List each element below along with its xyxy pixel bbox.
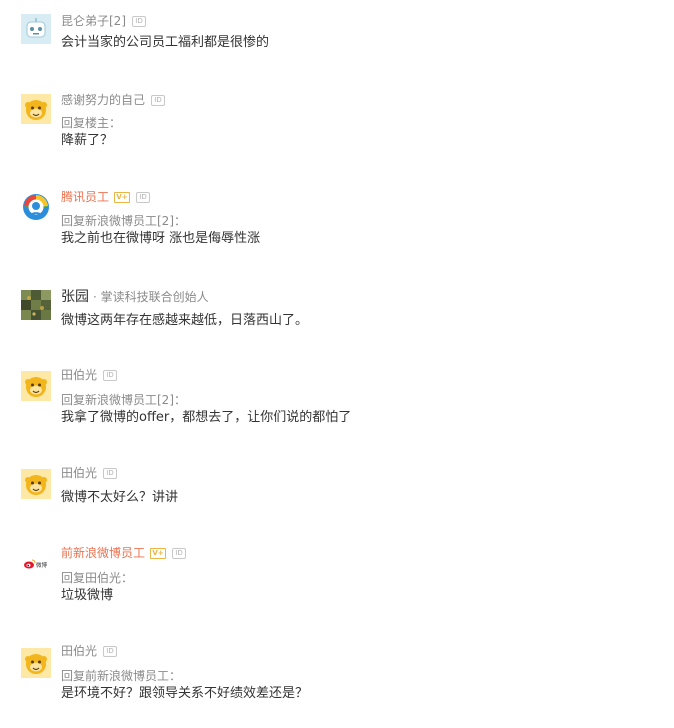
avatar[interactable] xyxy=(21,14,51,44)
username[interactable]: 田伯光 xyxy=(61,464,97,482)
username[interactable]: 腾讯员工 xyxy=(61,188,109,206)
yellow-monkey-icon xyxy=(21,469,51,499)
comment-meta: 感谢努力的自己 ID xyxy=(61,91,166,109)
id-badge[interactable]: ID xyxy=(172,547,187,559)
comment-text: 微博不太好么？讲讲 xyxy=(61,490,179,505)
reply-prefix[interactable]: 回复新浪微博员工[2]： xyxy=(61,213,186,229)
id-badge[interactable]: ID xyxy=(103,467,118,479)
user-title: · 掌读科技联合创始人 xyxy=(93,290,209,304)
weibo-logo-text: 微博 xyxy=(36,561,48,569)
id-badge[interactable]: ID xyxy=(151,94,166,106)
comment-text: 是环境不好？跟领导关系不好绩效差还是？ xyxy=(61,686,309,701)
comment-meta: 前新浪微博员工 V+ ID xyxy=(61,544,187,562)
comment-text: 我之前也在微博呀 涨也是侮辱性涨 xyxy=(61,231,261,246)
avatar[interactable] xyxy=(21,290,51,320)
avatar[interactable] xyxy=(21,192,51,222)
comment-text: 会计当家的公司员工福利都是很惨的 xyxy=(61,35,270,50)
photo-thumbnail-icon xyxy=(21,290,51,320)
comment-meta: 腾讯员工 V+ ID xyxy=(61,188,151,206)
username[interactable]: 田伯光 xyxy=(61,366,97,384)
comment-meta: 田伯光 ID xyxy=(61,642,118,660)
id-badge[interactable]: ID xyxy=(103,369,118,381)
comment-meta: 田伯光 ID xyxy=(61,464,118,482)
username[interactable]: 前新浪微博员工 xyxy=(61,544,145,562)
username[interactable]: 田伯光 xyxy=(61,642,97,660)
id-badge[interactable]: ID xyxy=(136,191,151,203)
comment-text: 我拿了微博的offer，都想去了，让你们说的都怕了 xyxy=(61,410,352,425)
reply-prefix[interactable]: 回复田伯光： xyxy=(61,570,133,586)
avatar[interactable] xyxy=(21,94,51,124)
avatar[interactable] xyxy=(21,469,51,499)
robot-face-icon xyxy=(21,14,51,44)
reply-prefix[interactable]: 回复新浪微博员工[2]： xyxy=(61,392,186,408)
comment-meta: 田伯光 ID xyxy=(61,366,118,384)
username[interactable]: 感谢努力的自己 xyxy=(61,91,145,109)
id-badge[interactable]: ID xyxy=(103,645,118,657)
avatar[interactable]: 微博 xyxy=(21,549,51,579)
comment-text: 降薪了？ xyxy=(61,133,114,148)
yellow-monkey-icon xyxy=(21,371,51,401)
username[interactable]: 张园 xyxy=(61,288,89,306)
yellow-monkey-icon xyxy=(21,648,51,678)
comment-text: 微博这两年存在感越来越低，日落西山了。 xyxy=(61,313,309,328)
comment-text: 垃圾微博 xyxy=(61,588,114,603)
comment-meta: 昆仑弟子[2] ID xyxy=(61,12,146,30)
reply-prefix[interactable]: 回复楼主： xyxy=(61,115,121,131)
tencent-logo-icon xyxy=(21,192,51,222)
id-badge[interactable]: ID xyxy=(132,15,146,27)
reply-prefix[interactable]: 回复前新浪微博员工： xyxy=(61,668,181,684)
weibo-logo-icon: 微博 xyxy=(21,549,51,579)
verified-badge-icon: V+ xyxy=(150,547,167,559)
comment-meta: 张园 · 掌读科技联合创始人 xyxy=(61,288,209,306)
yellow-monkey-icon xyxy=(21,94,51,124)
avatar[interactable] xyxy=(21,648,51,678)
verified-badge-icon: V+ xyxy=(114,191,131,203)
username[interactable]: 昆仑弟子[2] xyxy=(61,12,126,30)
avatar[interactable] xyxy=(21,371,51,401)
